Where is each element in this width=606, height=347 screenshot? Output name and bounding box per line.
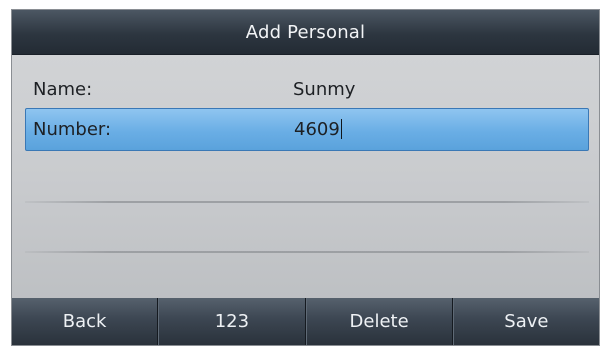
title-bar: Add Personal bbox=[12, 10, 599, 55]
number-input[interactable]: 4609 bbox=[294, 119, 342, 140]
name-value[interactable]: Sunmy bbox=[293, 79, 355, 100]
number-label: Number: bbox=[33, 119, 112, 140]
number-field[interactable]: Number: 4609 bbox=[25, 108, 589, 151]
empty-row-divider bbox=[25, 251, 589, 253]
number-value: 4609 bbox=[294, 119, 340, 140]
save-softkey[interactable]: Save bbox=[452, 298, 599, 345]
softkey-bar: Back 123 Delete Save bbox=[12, 298, 599, 345]
name-field[interactable]: Name: Sunmy bbox=[25, 69, 589, 109]
back-softkey[interactable]: Back bbox=[12, 298, 159, 345]
name-label: Name: bbox=[33, 78, 93, 100]
empty-row-divider bbox=[25, 201, 589, 203]
input-mode-softkey[interactable]: 123 bbox=[158, 298, 306, 345]
text-cursor bbox=[340, 119, 342, 139]
delete-softkey[interactable]: Delete bbox=[305, 298, 453, 345]
page-title: Add Personal bbox=[245, 21, 366, 43]
phone-screen: Add Personal Name: Sunmy Number: 4609 Ba… bbox=[11, 9, 600, 346]
